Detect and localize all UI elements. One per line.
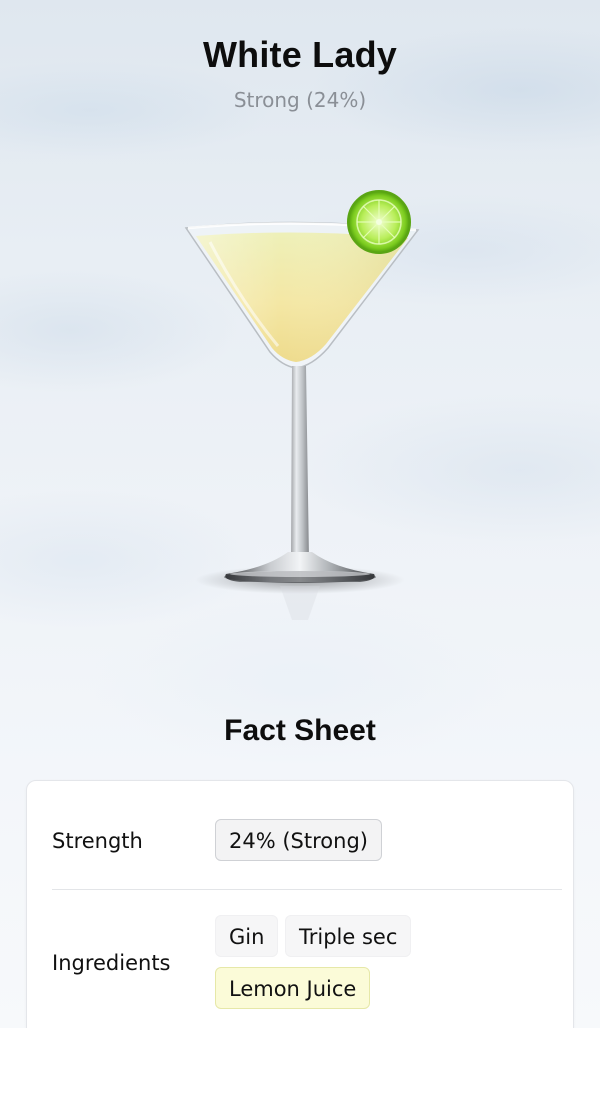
strength-label: Strength [52,829,143,853]
drink-strength-subtitle: Strong (24%) [233,88,367,112]
hero-background: White Lady Strong (24%) Fact Sheet Stren… [0,0,600,1030]
ingredient-chip-gin[interactable]: Gin [215,915,279,957]
ingredients-label: Ingredients [52,951,171,975]
fact-sheet-heading: Fact Sheet [224,714,376,747]
row-divider [52,889,562,890]
fact-sheet-card: Strength 24% (Strong) Ingredients Gin Tr… [26,780,574,1030]
ingredient-chip-triple-sec[interactable]: Triple sec [285,915,412,957]
bottom-blank-area [0,1028,600,1115]
strength-value-chip[interactable]: 24% (Strong) [215,819,382,861]
martini-glass-with-lime-image [184,190,420,620]
drink-title: White Lady [202,34,397,75]
ingredient-chip-lemon-juice[interactable]: Lemon Juice [215,967,371,1009]
